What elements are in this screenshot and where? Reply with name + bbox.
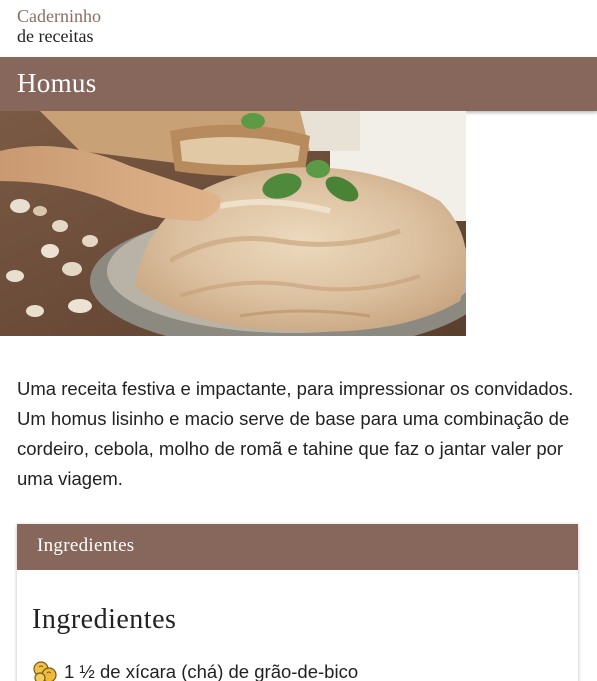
ingredient-item: 1 ½ de xícara (chá) de grão-de-bico [32, 659, 358, 681]
recipe-intro: Uma receita festiva e impactante, para i… [17, 378, 574, 489]
recipe-photo [0, 111, 466, 336]
ingredients-card: Ingredientes Ingredientes 1 ½ de xícara … [17, 524, 578, 681]
brand-line-1: Caderninho [17, 6, 101, 26]
ingredient-text: 1 ½ de xícara (chá) de grão-de-bico [64, 661, 359, 681]
recipe-title-bar: Homus [0, 57, 597, 111]
chickpea-icon [32, 659, 58, 681]
site-brand[interactable]: Caderninho de receitas [17, 6, 101, 46]
brand-line-2: de receitas [17, 26, 94, 46]
recipe-title: Homus [17, 68, 97, 98]
ingredients-card-header-label: Ingredientes [37, 535, 135, 556]
ingredients-card-header[interactable]: Ingredientes [17, 524, 578, 570]
ingredients-heading: Ingredientes [32, 604, 177, 635]
